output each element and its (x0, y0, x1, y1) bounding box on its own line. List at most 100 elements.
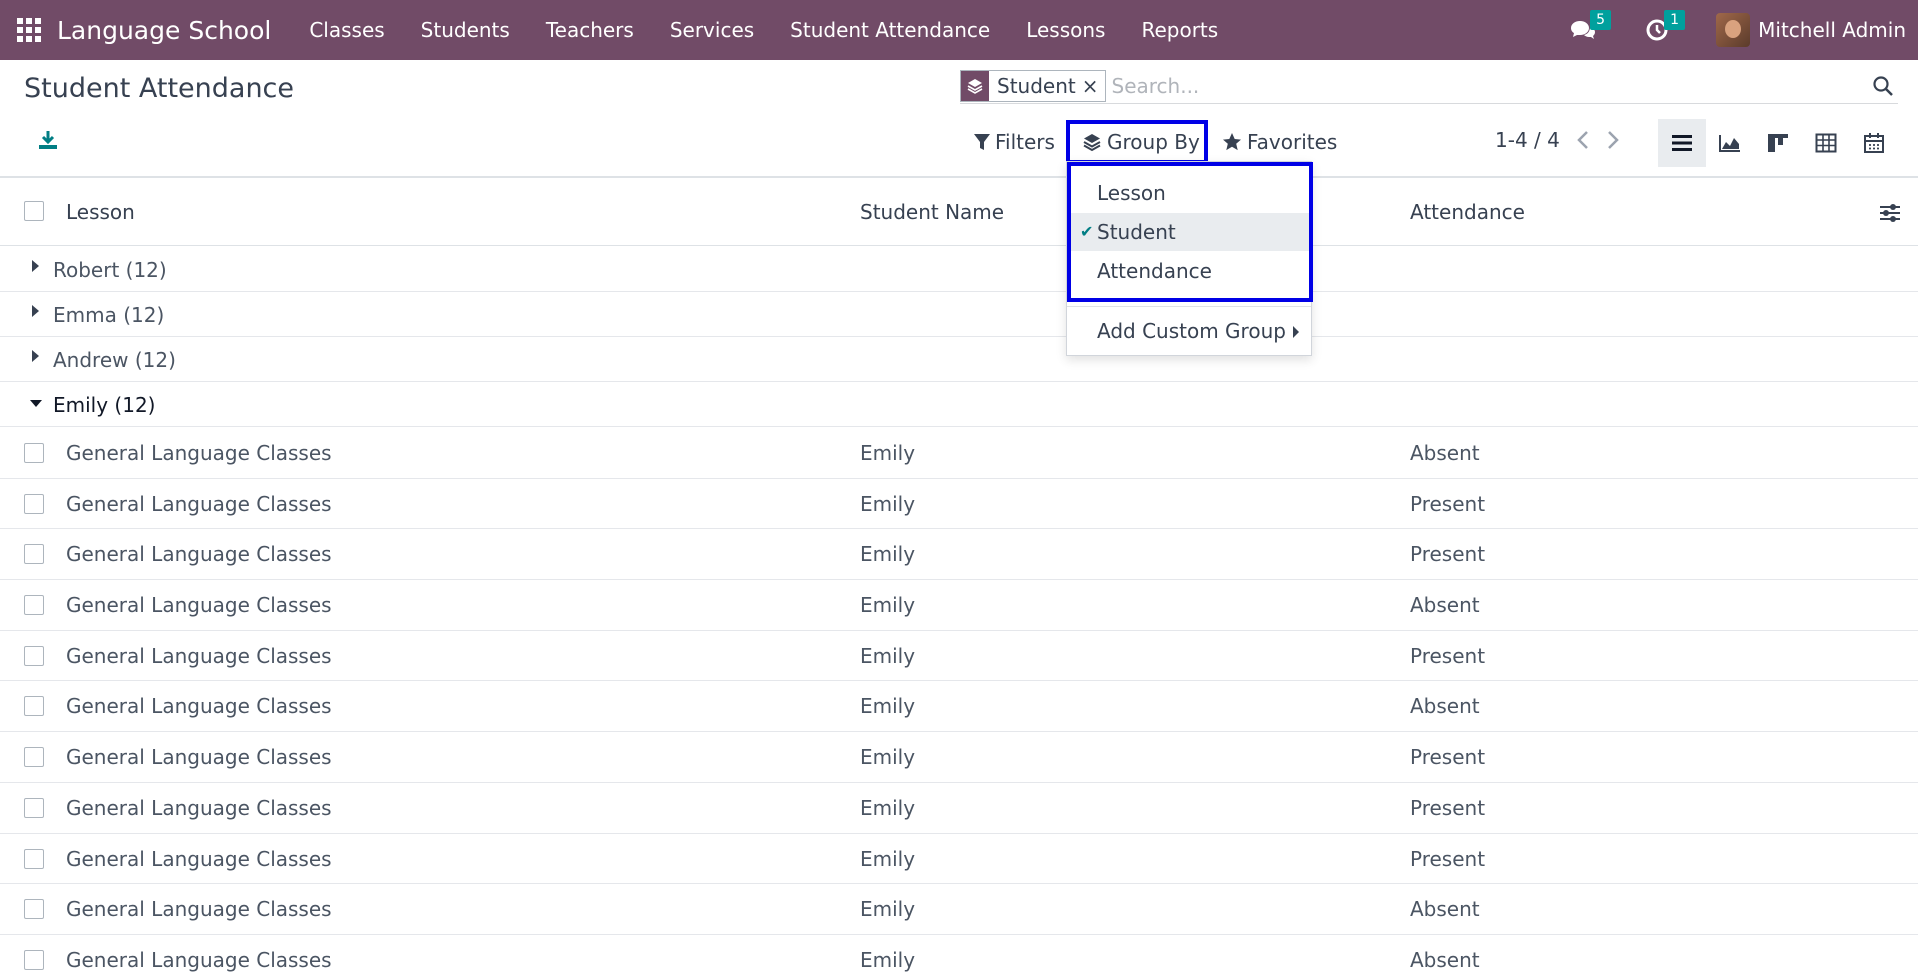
table-row[interactable]: General Language Classes Emily Present (0, 631, 1918, 682)
custom-group-label: Add Custom Group (1097, 319, 1286, 343)
caret-right-icon (32, 305, 39, 317)
favorites-button[interactable]: Favorites (1222, 124, 1337, 160)
row-checkbox[interactable] (24, 949, 44, 970)
row-checkbox[interactable] (24, 595, 44, 616)
cell-attendance: Absent (1410, 897, 1480, 922)
graph-view-button[interactable] (1706, 119, 1754, 167)
calendar-icon (1864, 133, 1884, 153)
row-checkbox[interactable] (24, 493, 44, 514)
dropdown-divider (1067, 306, 1311, 307)
menu-item-services[interactable]: Services (652, 18, 772, 42)
cell-lesson: General Language Classes (66, 643, 332, 668)
chevron-right-icon[interactable] (1606, 130, 1620, 150)
menu-item-teachers[interactable]: Teachers (528, 18, 652, 42)
cell-student: Emily (860, 795, 916, 820)
table-row[interactable]: General Language Classes Emily Present (0, 783, 1918, 834)
facet-remove-button[interactable]: × (1082, 74, 1105, 98)
pivot-view-button[interactable] (1802, 119, 1850, 167)
cell-student: Emily (860, 542, 916, 567)
facet-label: Student (997, 73, 1076, 98)
cell-attendance: Present (1410, 542, 1486, 567)
user-menu[interactable]: Mitchell Admin (1758, 18, 1906, 42)
kanban-view-button[interactable] (1754, 119, 1802, 167)
cell-student: Emily (860, 745, 916, 770)
group-by-option-lesson[interactable]: Lesson (1071, 174, 1309, 212)
row-checkbox[interactable] (24, 899, 44, 920)
download-icon (39, 131, 57, 149)
download-button[interactable] (36, 128, 60, 152)
table-row[interactable]: General Language Classes Emily Present (0, 732, 1918, 783)
row-checkbox[interactable] (24, 747, 44, 768)
cell-lesson: General Language Classes (66, 441, 332, 465)
table-icon (1815, 133, 1837, 153)
column-header-attendance[interactable]: Attendance (1410, 200, 1525, 224)
table-row[interactable]: General Language Classes Emily Present (0, 529, 1918, 581)
column-header-student-name[interactable]: Student Name (860, 200, 1004, 224)
cell-lesson: General Language Classes (66, 745, 332, 770)
filters-button[interactable]: Filters (974, 124, 1055, 160)
row-checkbox[interactable] (24, 645, 44, 666)
cell-student: Emily (860, 897, 916, 922)
option-label: Student (1097, 220, 1176, 244)
cell-lesson: General Language Classes (66, 593, 332, 618)
table-row[interactable]: General Language Classes Emily Absent (0, 681, 1918, 733)
checkmark-icon: ✔ (1080, 222, 1094, 241)
row-checkbox[interactable] (24, 544, 44, 565)
group-label: Emily (12) (53, 393, 156, 417)
layers-icon (1083, 134, 1101, 152)
menu-item-student-attendance[interactable]: Student Attendance (772, 18, 1008, 42)
group-row-andrew[interactable]: Andrew (12) (0, 337, 1918, 382)
group-by-button[interactable]: Group By (1066, 120, 1208, 164)
option-label: Attendance (1097, 259, 1212, 283)
table-row[interactable]: General Language Classes Emily Present (0, 834, 1918, 885)
star-icon (1223, 133, 1241, 151)
column-header-lesson[interactable]: Lesson (66, 200, 135, 224)
cell-lesson: General Language Classes (66, 491, 332, 516)
table-body: General Language Classes Emily Absent Ge… (0, 428, 1918, 980)
row-checkbox[interactable] (24, 443, 44, 463)
row-checkbox[interactable] (24, 696, 44, 717)
menu-item-students[interactable]: Students (403, 18, 528, 42)
menu-item-classes[interactable]: Classes (291, 18, 402, 42)
app-grid-icon[interactable] (16, 17, 42, 43)
group-by-option-student[interactable]: ✔ Student (1071, 213, 1309, 251)
cell-attendance: Absent (1410, 441, 1480, 465)
group-label: Emma (12) (53, 303, 165, 327)
select-all-checkbox[interactable] (24, 201, 44, 221)
table-row[interactable]: General Language Classes Emily Absent (0, 428, 1918, 479)
table-row[interactable]: General Language Classes Emily Present (0, 479, 1918, 530)
pager-value[interactable]: 1-4 / 4 (1495, 128, 1560, 152)
main-menu: Classes Students Teachers Services Stude… (291, 18, 1236, 42)
group-row-emily[interactable]: Emily (12) (0, 382, 1918, 427)
caret-right-icon (32, 260, 39, 272)
app-brand[interactable]: Language School (57, 16, 271, 45)
optional-columns-icon[interactable] (1878, 202, 1902, 224)
cell-lesson: General Language Classes (66, 542, 332, 567)
top-navbar: Language School Classes Students Teacher… (0, 0, 1918, 60)
group-label: Andrew (12) (53, 348, 176, 372)
cell-student: Emily (860, 593, 916, 618)
table-row[interactable]: General Language Classes Emily Absent (0, 884, 1918, 935)
table-row[interactable]: General Language Classes Emily Absent (0, 580, 1918, 631)
row-checkbox[interactable] (24, 797, 44, 818)
chevron-left-icon[interactable] (1576, 130, 1590, 150)
activities-button[interactable]: 1 (1642, 10, 1686, 45)
add-custom-group-button[interactable]: Add Custom Group (1071, 312, 1309, 350)
search-button[interactable] (1868, 71, 1898, 101)
cell-attendance: Absent (1410, 694, 1480, 719)
menu-item-lessons[interactable]: Lessons (1008, 18, 1123, 42)
table-row[interactable]: General Language Classes Emily Absent (0, 935, 1918, 980)
user-avatar[interactable] (1716, 13, 1751, 47)
messages-button[interactable]: 5 (1568, 10, 1612, 45)
group-row-emma[interactable]: Emma (12) (0, 292, 1918, 337)
list-view-button[interactable] (1658, 119, 1706, 167)
cell-attendance: Present (1410, 795, 1486, 820)
group-by-option-attendance[interactable]: Attendance (1071, 252, 1309, 290)
search-input[interactable] (1111, 73, 1868, 98)
group-row-robert[interactable]: Robert (12) (0, 247, 1918, 292)
cell-lesson: General Language Classes (66, 947, 332, 972)
cell-attendance: Absent (1410, 947, 1480, 972)
menu-item-reports[interactable]: Reports (1123, 18, 1236, 42)
calendar-view-button[interactable] (1850, 119, 1898, 167)
row-checkbox[interactable] (24, 848, 44, 869)
